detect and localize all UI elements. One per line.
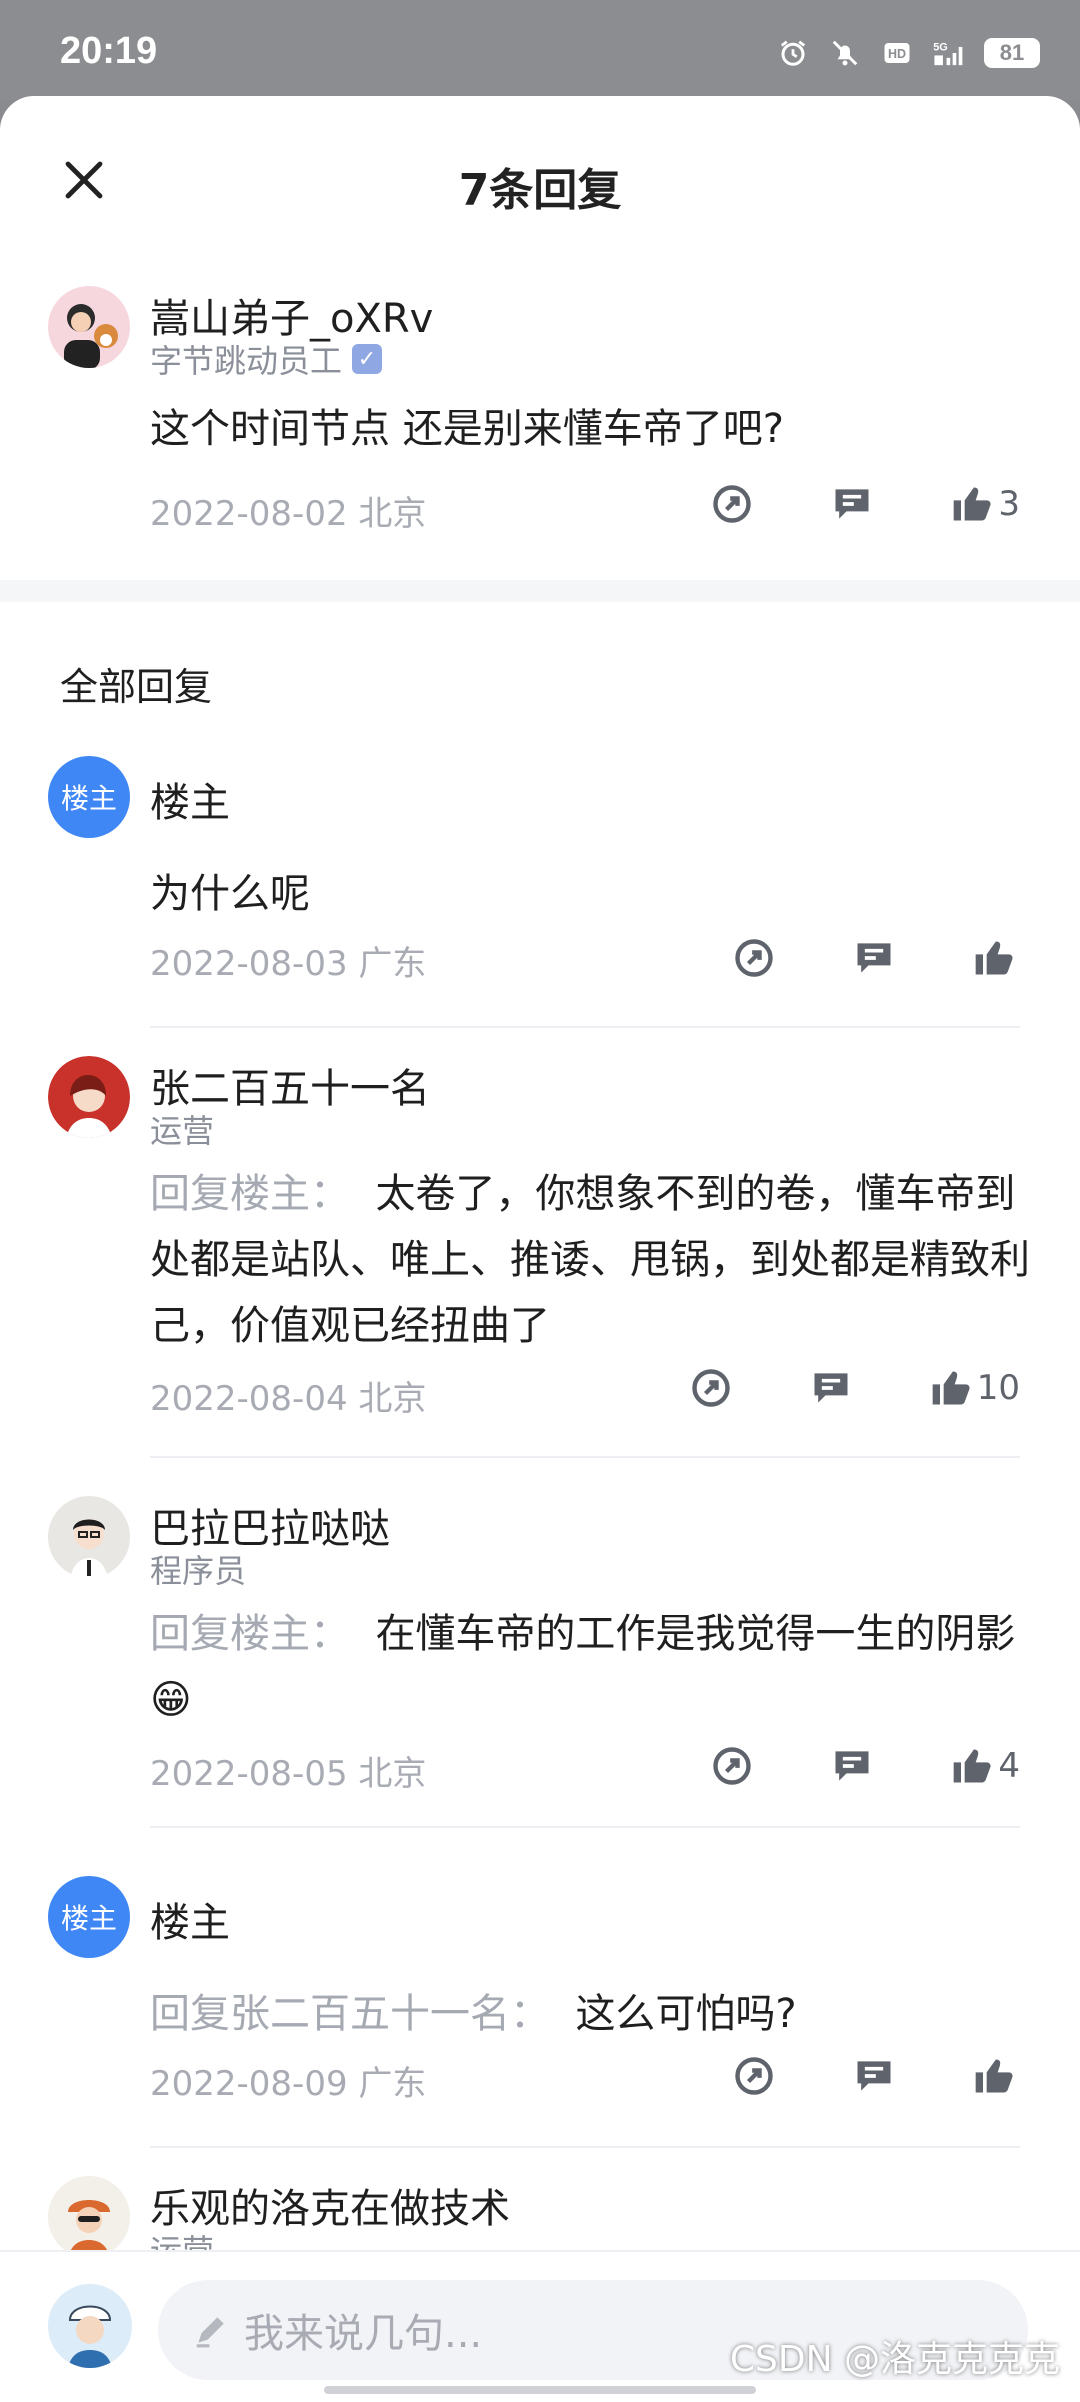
like-button[interactable]: 4 (950, 1744, 1020, 1788)
like-button[interactable] (972, 2054, 1020, 2098)
status-icons: HD 5G 81 (776, 38, 1040, 68)
avatar[interactable] (48, 2176, 130, 2258)
comment-meta: 2022-08-02 北京 (150, 494, 427, 534)
reply-meta: 2022-08-03 广东 (150, 944, 427, 984)
divider (150, 1456, 1020, 1458)
reply-item: 楼主 楼主 为什么呢 2022-08-03 广东 (0, 756, 1080, 1106)
verified-icon: ✓ (352, 344, 383, 374)
comment-actions: 3 (710, 482, 1020, 526)
like-count: 4 (998, 1746, 1020, 1786)
comment-icon[interactable] (852, 936, 896, 980)
avatar[interactable] (48, 286, 130, 368)
watermark-logo: CSDN (729, 2339, 833, 2380)
comment-icon[interactable] (830, 1744, 874, 1788)
divider (150, 1826, 1020, 1828)
comment-icon[interactable] (852, 2054, 896, 2098)
reply-actions: 4 (710, 1744, 1020, 1788)
status-bar: 20:19 HD 5G 81 (0, 0, 1080, 100)
my-avatar[interactable] (48, 2284, 132, 2368)
share-icon[interactable] (732, 936, 776, 980)
share-icon[interactable] (689, 1366, 733, 1410)
reply-prefix[interactable]: 回复楼主： (150, 1611, 350, 1657)
sheet-title: 7条回复 (458, 165, 622, 216)
hd-icon: HD (884, 43, 910, 63)
reply-role: 程序员 (150, 1546, 246, 1592)
divider (150, 1026, 1020, 1028)
reply-text: 回复楼主： 太卷了，你想象不到的卷，懂车帝到处都是站队、唯上、推诿、甩锅，到处都… (150, 1161, 1030, 1359)
reply-username[interactable]: 楼主 (150, 1890, 230, 1948)
reply-item: 张二百五十一名 运营 回复楼主： 太卷了，你想象不到的卷，懂车帝到处都是站队、唯… (0, 1056, 1080, 1506)
owner-badge[interactable]: 楼主 (48, 1876, 130, 1958)
role-label: 字节跳动员工 (150, 342, 343, 380)
status-time: 20:19 (60, 30, 158, 72)
reply-text: 回复楼主： 在懂车帝的工作是我觉得一生的阴影 😁 (150, 1601, 1030, 1733)
reply-item: 巴拉巴拉哒哒 程序员 回复楼主： 在懂车帝的工作是我觉得一生的阴影😁 2022-… (0, 1496, 1080, 1896)
avatar[interactable] (48, 1496, 130, 1578)
comment-text: 这个时间节点 还是别来懂车帝了吧? (150, 406, 784, 452)
home-indicator[interactable] (324, 2386, 756, 2394)
reply-actions (732, 936, 1020, 980)
pen-icon (196, 2317, 224, 2348)
reply-item: 楼主 楼主 回复张二百五十一名： 这么可怕吗? 2022-08-09 广东 (0, 1876, 1080, 2196)
reply-text: 回复张二百五十一名： 这么可怕吗? (150, 1981, 1030, 2047)
alarm-icon (780, 40, 806, 66)
signal-5g-icon: 5G (933, 42, 963, 66)
comment-icon[interactable] (809, 1366, 853, 1410)
reply-text: 为什么呢 (150, 861, 1030, 927)
reply-body: 为什么呢 (150, 871, 310, 917)
section-title: 全部回复 (60, 665, 213, 709)
watermark-text: @洛克克克克 (843, 2339, 1060, 2380)
reply-meta: 2022-08-05 北京 (150, 1754, 427, 1794)
divider (150, 2146, 1020, 2148)
role-label: 程序员 (150, 1552, 247, 1590)
reply-prefix[interactable]: 回复张二百五十一名： (150, 1991, 550, 2037)
thumbs-up-icon (954, 1749, 991, 1783)
section-separator (0, 580, 1080, 602)
reply-meta: 2022-08-09 广东 (150, 2064, 427, 2104)
thumbs-up-icon (954, 487, 991, 521)
reply-actions (732, 2054, 1020, 2098)
reply-meta: 2022-08-04 北京 (150, 1379, 427, 1419)
reply-prefix[interactable]: 回复楼主： (150, 1171, 350, 1217)
comment-icon[interactable] (830, 482, 874, 526)
mute-bell-icon (832, 40, 858, 66)
reply-body: 在懂车帝的工作是我觉得一生的阴影 (375, 1611, 1016, 1657)
like-button[interactable]: 10 (929, 1366, 1020, 1410)
reply-username[interactable]: 楼主 (150, 770, 230, 828)
like-button[interactable]: 3 (950, 482, 1020, 526)
sheet-header: 7条回复 (0, 96, 1080, 264)
avatar[interactable] (48, 1056, 130, 1138)
replies-sheet: 7条回复 嵩山弟子_oXRv 字节跳动员工 ✓ 这个时间节点 还是别来懂车帝了吧… (0, 96, 1080, 2400)
like-count: 10 (976, 1368, 1020, 1408)
watermark: CSDN @洛克克克克 (730, 2330, 1060, 2382)
comment-role: 字节跳动员工 ✓ (150, 336, 383, 382)
share-icon[interactable] (732, 2054, 776, 2098)
thumbs-up-icon (975, 2059, 1013, 2093)
thumbs-up-icon (932, 1371, 970, 1405)
like-count: 3 (998, 484, 1020, 524)
thumbs-up-icon (975, 941, 1013, 975)
reply-body: 这么可怕吗? (575, 1991, 797, 2037)
share-icon[interactable] (710, 482, 754, 526)
input-placeholder: 我来说几句... (244, 2311, 483, 2357)
share-icon[interactable] (710, 1744, 754, 1788)
reply-role: 运营 (150, 1106, 214, 1152)
like-button[interactable] (972, 936, 1020, 980)
reply-actions: 10 (689, 1366, 1020, 1410)
svg-text:HD: HD (888, 47, 906, 61)
battery-icon: 81 (984, 38, 1040, 68)
role-label: 运营 (150, 1112, 215, 1150)
owner-badge[interactable]: 楼主 (48, 756, 130, 838)
grin-emoji: 😁 (150, 1677, 192, 1723)
main-comment: 嵩山弟子_oXRv 字节跳动员工 ✓ 这个时间节点 还是别来懂车帝了吧? 202… (0, 286, 1080, 576)
svg-text:5G: 5G (933, 42, 948, 54)
